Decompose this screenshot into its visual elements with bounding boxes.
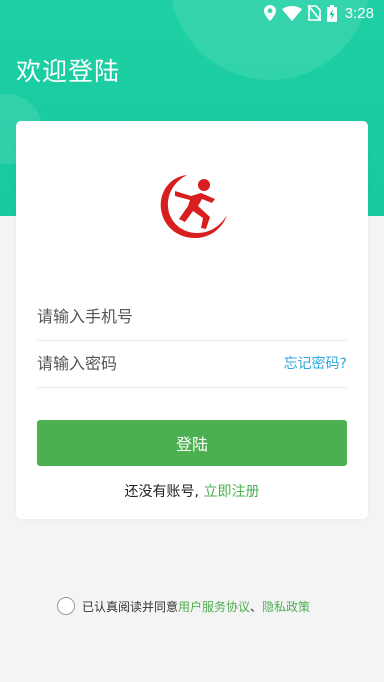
location-icon <box>263 5 276 21</box>
agreement-separator: 、 <box>250 599 263 614</box>
user-agreement-link[interactable]: 用户服务协议 <box>178 598 250 615</box>
privacy-policy-link[interactable]: 隐私政策 <box>262 598 310 615</box>
running-person-logo <box>157 169 231 243</box>
phone-input[interactable] <box>37 293 267 339</box>
forgot-password-link[interactable]: 忘记密码? <box>284 353 347 373</box>
page-title: 欢迎登陆 <box>16 57 121 86</box>
password-input[interactable] <box>37 340 267 386</box>
agree-checkbox[interactable] <box>57 597 75 615</box>
login-card: 忘记密码? 登陆 还没有账号, 立即注册 <box>16 121 368 519</box>
no-account-text: 还没有账号, <box>124 484 199 500</box>
login-button[interactable]: 登陆 <box>37 420 347 466</box>
register-link[interactable]: 立即注册 <box>203 484 259 500</box>
status-time: 3:28 <box>344 4 374 22</box>
password-field-row: 忘记密码? <box>37 340 347 388</box>
agreement-prefix: 已认真阅读并同意 <box>82 599 179 614</box>
battery-charging-icon <box>326 4 337 22</box>
phone-field-row <box>37 293 347 341</box>
no-sim-icon <box>307 5 321 21</box>
wifi-icon <box>281 5 302 21</box>
agreement-row: 已认真阅读并同意 用户服务协议 、 隐私政策 <box>57 597 310 615</box>
register-row: 还没有账号, 立即注册 <box>16 481 368 501</box>
status-bar: 3:28 <box>0 0 384 26</box>
